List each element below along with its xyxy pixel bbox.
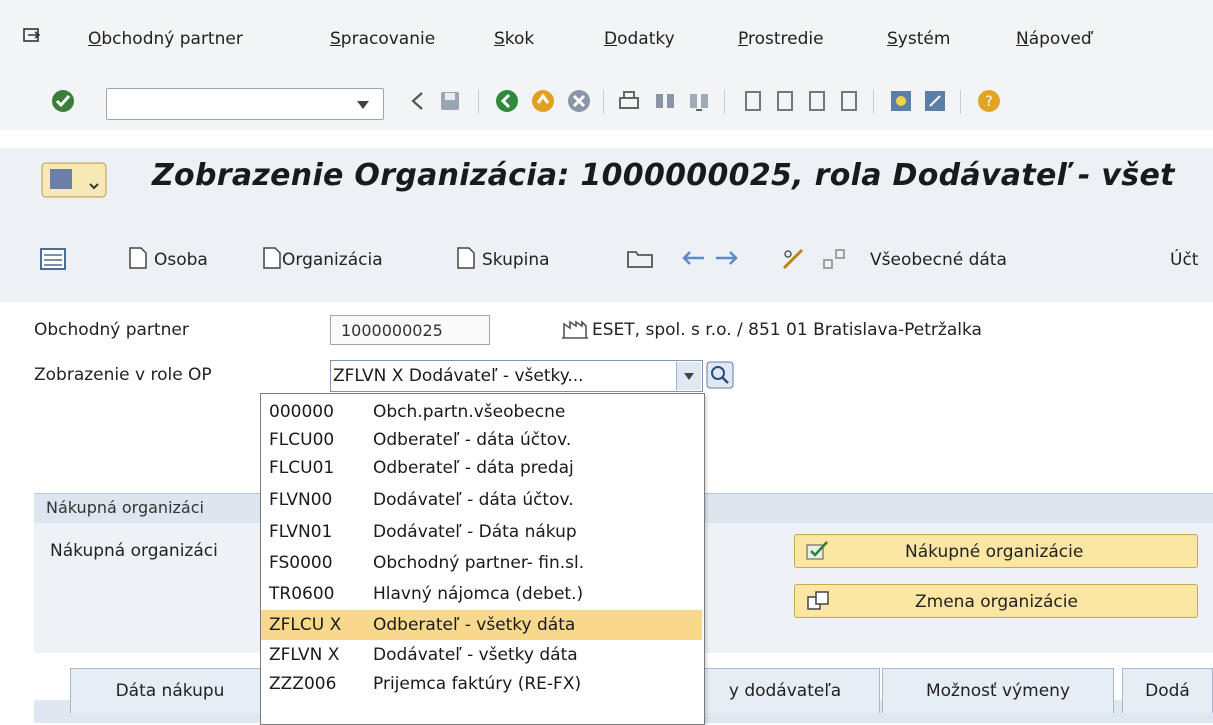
role-label: Zobrazenie v role OP [34, 365, 212, 385]
general-data-button[interactable]: Všeobecné dáta [870, 250, 1007, 270]
search-help-icon[interactable] [706, 360, 734, 390]
menu-napoved[interactable]: Nápoveď [1016, 29, 1092, 49]
document-icon[interactable] [262, 246, 282, 270]
change-organization-label: Zmena organizácie [915, 592, 1078, 612]
create-person-button[interactable]: Osoba [154, 250, 208, 270]
edit-pencil-icon[interactable] [780, 246, 810, 272]
menu-dodatky[interactable]: Dodatky [604, 29, 675, 49]
business-partner-label: Obchodný partner [34, 320, 189, 340]
organization-building-icon [562, 320, 588, 339]
purchasing-organizations-button[interactable]: Nákupné organizácie [794, 534, 1198, 568]
arrow-right-icon[interactable] [714, 248, 740, 268]
list-item[interactable]: FLVN00 Dodávateľ - dáta účtov. [261, 486, 702, 514]
new-session-icon[interactable] [888, 88, 914, 114]
previous-page-icon[interactable] [772, 88, 798, 114]
chevron-down-icon [684, 373, 694, 380]
first-page-icon[interactable] [740, 88, 766, 114]
standard-toolbar: ? [0, 70, 1213, 130]
business-partner-field[interactable]: 1000000025 [330, 315, 490, 345]
tab-dodavatel[interactable]: Dodá [1122, 668, 1213, 713]
next-page-icon[interactable] [804, 88, 830, 114]
save-icon[interactable] [437, 88, 463, 114]
find-next-icon[interactable] [686, 88, 712, 114]
cancel-icon[interactable] [566, 88, 592, 114]
shortcut-icon[interactable] [922, 88, 948, 114]
menu-obchodny-partner[interactable]: Obchodný partner [88, 29, 243, 49]
business-partner-description: ESET, spol. s r.o. / 851 01 Bratislava-P… [592, 320, 982, 340]
tab-purchasing-data[interactable]: Dáta nákupu [70, 668, 270, 713]
tab-vendor[interactable]: y dodávateľa [690, 668, 880, 713]
document-icon[interactable] [128, 246, 148, 270]
role-select[interactable]: ZFLVN X Dodávateľ - všetky... [330, 360, 703, 392]
list-item[interactable]: FLCU00 Odberateľ - dáta účtov. [261, 426, 702, 454]
purchasing-org-label: Nákupná organizáci [50, 541, 218, 561]
list-item[interactable]: FLVN01 Dodávateľ - Dáta nákup [261, 518, 702, 546]
hierarchy-icon[interactable] [822, 246, 846, 272]
arrow-left-icon[interactable] [680, 248, 706, 268]
list-item-selected[interactable]: ZFLCU X Odberateľ - všetky dáta [261, 610, 702, 640]
list-item[interactable]: TR0600 Hlavný nájomca (debet.) [261, 580, 702, 608]
print-icon[interactable] [616, 88, 642, 114]
accounting-button[interactable]: Účt [1170, 250, 1198, 270]
menu-system[interactable]: Systém [887, 29, 950, 49]
help-icon[interactable]: ? [976, 88, 1002, 114]
menu-skok[interactable]: Skok [494, 29, 534, 49]
role-dropdown-list: 000000 Obch.partn.všeobecne FLCU00 Odberat… [260, 393, 705, 725]
list-item[interactable]: ZFLVN X Dodávateľ - všetky dáta [261, 641, 702, 669]
command-field[interactable] [106, 88, 384, 120]
find-icon[interactable] [652, 88, 678, 114]
list-item[interactable]: ZZZ006 Prijemca faktúry (RE-FX) [261, 670, 702, 698]
group-header-label: Nákupná organizáci [46, 498, 204, 517]
page-title: Zobrazenie Organizácia: 1000000025, rola… [152, 158, 1175, 193]
toolbar-separator [478, 90, 479, 114]
list-item[interactable]: FLCU01 Odberateľ - dáta predaj [261, 454, 702, 482]
svg-text:?: ? [985, 94, 992, 110]
menu-icon[interactable] [22, 26, 42, 46]
select-icon [806, 541, 828, 560]
list-item[interactable]: 000000 Obch.partn.všeobecne [261, 398, 702, 426]
menu-prostredie[interactable]: Prostredie [738, 29, 824, 49]
document-icon[interactable] [456, 246, 476, 270]
green-back-icon[interactable] [494, 88, 520, 114]
toolbar-separator [960, 90, 961, 114]
toolbar-separator [603, 90, 604, 114]
exit-icon[interactable] [530, 88, 556, 114]
role-dropdown-button[interactable] [676, 362, 701, 390]
tab-exchange-option[interactable]: Možnosť výmeny [882, 668, 1114, 713]
enter-check-icon[interactable] [50, 88, 76, 114]
last-page-icon[interactable] [836, 88, 862, 114]
list-view-icon[interactable] [40, 248, 66, 270]
change-org-icon [807, 591, 829, 610]
open-folder-icon[interactable] [626, 246, 656, 270]
role-switch-icon[interactable] [40, 160, 110, 200]
purchasing-organizations-label: Nákupné organizácie [905, 542, 1084, 562]
list-item[interactable]: FS0000 Obchodný partner- fin.sl. [261, 549, 702, 577]
chevron-down-icon[interactable] [356, 100, 370, 110]
toolbar-separator [873, 90, 874, 114]
menu-spracovanie[interactable]: Spracovanie [330, 29, 435, 49]
toolbar-separator [724, 90, 725, 114]
change-organization-button[interactable]: Zmena organizácie [794, 584, 1198, 618]
create-group-button[interactable]: Skupina [482, 250, 550, 270]
create-organization-button[interactable]: Organizácia [282, 250, 383, 270]
back-arrow-icon[interactable] [405, 88, 431, 114]
